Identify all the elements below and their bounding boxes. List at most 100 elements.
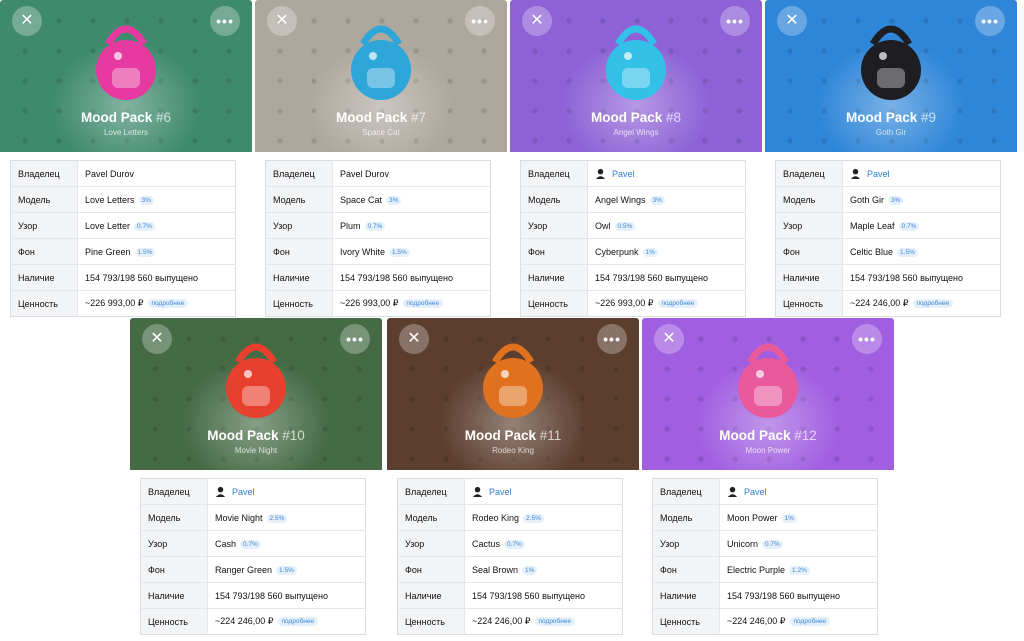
details-link[interactable]: подробнее [657, 299, 699, 308]
pattern-rarity-badge[interactable]: 0.7% [364, 221, 386, 231]
background-rarity-badge[interactable]: 1.2% [789, 565, 810, 575]
gift-title: Mood Pack #10 [130, 428, 382, 443]
gift-subtitle: Goth Gir [875, 128, 907, 137]
model-rarity-badge[interactable]: 2.5% [523, 513, 544, 523]
background-rarity-badge[interactable]: 1.5% [897, 247, 918, 257]
more-options-button[interactable]: ••• [465, 6, 495, 36]
gift-header: ✕ ••• Mood Pack #10 Movie Night [130, 318, 382, 470]
value-row: Ценность ~224 246,00 ₽ подробнее [775, 290, 1001, 317]
gift-card: ✕ ••• Mood Pack #6 Love Letters Владелец… [0, 0, 252, 318]
details-link[interactable]: подробнее [147, 299, 189, 308]
owner-avatar [850, 168, 861, 179]
gift-details: Владелец Pavel Модель Rodeo King 2.5% Узо… [387, 470, 639, 636]
background-label: Фон [775, 238, 843, 265]
close-button[interactable]: ✕ [777, 6, 807, 36]
value-amount: ~226 993,00 ₽ подробнее [333, 291, 491, 317]
model-name: Angel Wings [595, 194, 646, 205]
model-name: Rodeo King [472, 512, 520, 523]
model-name: Love Letters [85, 194, 135, 205]
close-icon: ✕ [20, 12, 34, 29]
close-button[interactable]: ✕ [654, 324, 684, 354]
gift-card: ✕ ••• Mood Pack #12 Moon Power Владелец … [642, 318, 894, 636]
more-icon: ••• [471, 13, 489, 29]
details-link[interactable]: подробнее [912, 299, 954, 308]
background-rarity-badge[interactable]: 1.5% [389, 247, 410, 257]
pattern-rarity-badge[interactable]: 0.7% [762, 539, 783, 549]
close-button[interactable]: ✕ [267, 6, 297, 36]
background-rarity-badge[interactable]: 1.5% [276, 565, 297, 575]
details-link[interactable]: подробнее [534, 617, 576, 626]
owner-name[interactable]: Pavel Durov [340, 169, 389, 179]
more-options-button[interactable]: ••• [720, 6, 750, 36]
availability-label: Наличие [775, 264, 843, 291]
model-rarity-badge[interactable]: 2.5% [266, 513, 288, 523]
background-rarity-badge[interactable]: 1.5% [134, 247, 156, 257]
owner-row: Владелец Pavel [652, 478, 878, 505]
more-options-button[interactable]: ••• [340, 324, 370, 354]
gift-title: Mood Pack #8 [510, 110, 762, 125]
pattern-label: Узор [775, 212, 843, 239]
model-rarity-badge[interactable]: 3% [138, 195, 154, 205]
pattern-rarity-badge[interactable]: 0.7% [134, 221, 155, 231]
gift-number: #6 [156, 110, 172, 125]
details-link[interactable]: подробнее [789, 617, 831, 626]
model-row: Модель Space Cat 3% [265, 186, 491, 213]
close-icon: ✕ [785, 12, 799, 29]
gift-subtitle: Space Cat [362, 128, 400, 137]
owner-name[interactable]: Pavel [489, 487, 512, 497]
owner-value: Pavel Durov [332, 160, 491, 187]
more-options-button[interactable]: ••• [852, 324, 882, 354]
value-label: Ценность [265, 290, 333, 317]
more-options-button[interactable]: ••• [210, 6, 240, 36]
pattern-name: Cash [215, 538, 237, 549]
gift-title: Mood Pack #12 [642, 428, 894, 443]
availability-row: Наличие 154 793/198 560 выпущено [775, 264, 1001, 291]
more-options-button[interactable]: ••• [597, 324, 627, 354]
gift-card: ✕ ••• Mood Pack #11 Rodeo King Владелец … [387, 318, 639, 636]
details-link[interactable]: подробнее [277, 617, 319, 626]
model-rarity-badge[interactable]: 3% [888, 195, 904, 205]
pattern-rarity-badge[interactable]: 0.7% [240, 539, 261, 549]
model-name: Movie Night [215, 512, 263, 523]
owner-avatar [727, 486, 738, 497]
rodeo-backpack-icon [483, 343, 543, 418]
owner-name[interactable]: Pavel [867, 169, 890, 179]
background-name: Seal Brown [472, 564, 519, 575]
movie-night-backpack-icon [226, 343, 286, 418]
owner-name[interactable]: Pavel [232, 487, 255, 497]
close-button[interactable]: ✕ [399, 324, 429, 354]
gift-header: ✕ ••• Mood Pack #9 Goth Gir [765, 0, 1017, 152]
model-rarity-badge[interactable]: 3% [386, 195, 402, 205]
pattern-rarity-badge[interactable]: 0.5% [614, 221, 636, 231]
pattern-value: Cash 0.7% [207, 530, 366, 557]
details-link[interactable]: подробнее [402, 299, 444, 308]
availability-value: 154 793/198 560 выпущено [464, 582, 623, 609]
gift-card: ✕ ••• Mood Pack #10 Movie Night Владелец… [130, 318, 382, 636]
close-button[interactable]: ✕ [522, 6, 552, 36]
pattern-label: Узор [520, 212, 588, 239]
value-row: Ценность ~224 246,00 ₽ подробнее [397, 608, 623, 635]
more-icon: ••• [603, 331, 621, 347]
owner-name[interactable]: Pavel [612, 169, 635, 179]
more-icon: ••• [726, 13, 744, 29]
owner-name[interactable]: Pavel [744, 487, 767, 497]
value-amount: ~226 993,00 ₽ подробнее [588, 291, 746, 317]
model-rarity-badge[interactable]: 3% [649, 195, 665, 205]
owner-name[interactable]: Pavel Durov [85, 169, 134, 179]
owner-avatar [215, 486, 226, 497]
gift-info-table: Владелец Pavel Модель Angel Wings 3% Узор… [520, 160, 746, 317]
pattern-rarity-badge[interactable]: 0.7% [504, 539, 525, 549]
close-icon: ✕ [530, 12, 544, 29]
close-button[interactable]: ✕ [142, 324, 172, 354]
model-label: Модель [265, 186, 333, 213]
background-rarity-badge[interactable]: 1% [522, 565, 538, 575]
background-rarity-badge[interactable]: 1% [642, 247, 658, 257]
gift-name: Mood Pack [335, 110, 408, 125]
close-button[interactable]: ✕ [12, 6, 42, 36]
gift-number: #12 [794, 428, 817, 443]
background-label: Фон [397, 556, 465, 583]
gift-title: Mood Pack #9 [765, 110, 1017, 125]
pattern-rarity-badge[interactable]: 0.7% [898, 221, 920, 231]
model-rarity-badge[interactable]: 1% [781, 513, 797, 523]
more-options-button[interactable]: ••• [975, 6, 1005, 36]
